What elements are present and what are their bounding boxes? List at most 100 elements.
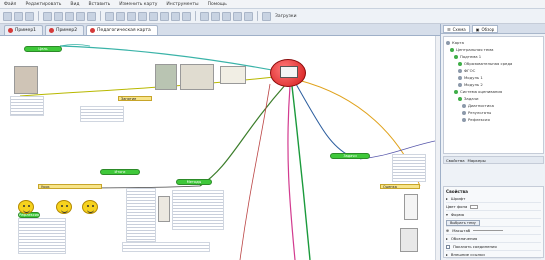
menu-insert[interactable]: Вставить [88, 2, 110, 7]
map-topic[interactable]: Итоги [100, 169, 140, 175]
relationship-icon[interactable] [127, 11, 136, 21]
tree-item[interactable]: Диагностика [446, 102, 541, 109]
zoom-in-icon[interactable] [200, 11, 209, 21]
tree-item[interactable]: Система оценивания [446, 88, 541, 95]
panel-tabs: ☰ Схема ▣ Обзор [441, 24, 545, 34]
download-icon[interactable] [262, 11, 271, 21]
show-connections-checkbox[interactable] [446, 244, 450, 249]
map-label[interactable]: Оценка [380, 184, 420, 189]
photo-image [220, 66, 246, 84]
tree-item[interactable]: Задачи [446, 95, 541, 102]
map-label[interactable]: Урок [38, 184, 102, 189]
central-topic-image [280, 66, 298, 78]
tab-example1[interactable]: Пример1 [4, 25, 44, 35]
open-file-icon[interactable] [14, 11, 23, 21]
tree-item[interactable]: ФГОС [446, 67, 541, 74]
zoom-icon: ⊕ [446, 228, 450, 233]
central-topic[interactable] [270, 59, 306, 87]
node-icon [458, 61, 462, 66]
node-icon [458, 68, 462, 73]
slider-track[interactable] [473, 230, 504, 231]
note-block [18, 218, 66, 254]
menu-view[interactable]: Вид [70, 2, 79, 7]
prop-row[interactable]: ▸ Шрифт [446, 195, 541, 203]
zoom-out-icon[interactable] [211, 11, 220, 21]
save-icon[interactable] [25, 11, 34, 21]
photo-image [14, 66, 38, 94]
markers-tab[interactable]: Маркеры [468, 158, 486, 163]
expand-icon: ▸ [446, 236, 448, 241]
properties-tab[interactable]: Свойства [446, 158, 465, 163]
paste-icon[interactable] [87, 11, 96, 21]
tree-item[interactable]: Модуль 1 [446, 74, 541, 81]
outline-icon: ☰ [447, 26, 451, 32]
tree-item[interactable]: Подтема 1 [446, 53, 541, 60]
tree-item[interactable]: Результаты [446, 109, 541, 116]
right-panel: ☰ Схема ▣ Обзор Карта Центральная тема П… [440, 24, 545, 260]
prop-row[interactable]: Показать соединения [446, 243, 541, 251]
mindmap-icon [90, 28, 96, 33]
add-subtopic-icon[interactable] [116, 11, 125, 21]
prop-row[interactable]: ▸ Внешние ссылки [446, 251, 541, 259]
image-icon[interactable] [171, 11, 180, 21]
map-topic[interactable]: Задачи [330, 153, 370, 159]
prop-row[interactable]: Выбрать тему [446, 219, 541, 227]
node-icon [454, 54, 458, 59]
tab-label: Обзор [481, 26, 495, 32]
menu-help[interactable]: Помощь [208, 2, 227, 7]
note-icon[interactable] [160, 11, 169, 21]
tab-pedagogical-map[interactable]: Педагогическая карта [86, 25, 158, 35]
summary-icon[interactable] [149, 11, 158, 21]
map-topic[interactable]: Цель [24, 46, 62, 52]
tree-item[interactable]: Карта [446, 39, 541, 46]
copy-icon[interactable] [76, 11, 85, 21]
mindmap-canvas[interactable]: Цель Задачи Итоги Методы Рефлексия Занят… [0, 36, 440, 260]
redo-icon[interactable] [54, 11, 63, 21]
cut-icon[interactable] [65, 11, 74, 21]
tree-item[interactable]: Рефлексия [446, 116, 541, 123]
boundary-icon[interactable] [138, 11, 147, 21]
prop-row[interactable]: ▸ Обозначения [446, 235, 541, 243]
tree-item[interactable]: Модуль 2 [446, 81, 541, 88]
photo-image [158, 196, 170, 222]
tab-label: Педагогическая карта [97, 28, 151, 33]
undo-icon[interactable] [43, 11, 52, 21]
toolbar-separator [195, 11, 196, 21]
mindmap-icon [8, 28, 13, 33]
menu-modify-map[interactable]: Изменить карту [119, 2, 157, 7]
tab-outline[interactable]: ☰ Схема [443, 25, 470, 33]
prop-row[interactable]: ⊕ Масштаб [446, 227, 541, 235]
properties-title: Свойства [446, 189, 468, 194]
photo-image [180, 64, 214, 90]
note-block [126, 188, 156, 242]
filter-icon[interactable] [233, 11, 242, 21]
map-label[interactable]: Занятие [118, 96, 152, 101]
color-swatch[interactable] [470, 204, 479, 209]
prop-row[interactable]: Цвет фона [446, 203, 541, 211]
tree-item[interactable]: Образовательная среда [446, 60, 541, 67]
map-topic[interactable]: Методы [176, 179, 212, 185]
node-icon [454, 89, 458, 94]
prop-row[interactable]: ▾ Форма [446, 211, 541, 219]
tab-example2[interactable]: Пример2 [45, 25, 85, 35]
photo-image [155, 64, 177, 90]
tree-item[interactable]: Центральная тема [446, 46, 541, 53]
choose-theme-button[interactable]: Выбрать тему [446, 219, 480, 226]
new-file-icon[interactable] [3, 11, 12, 21]
node-icon [458, 96, 462, 101]
node-icon [462, 103, 466, 108]
note-block [392, 154, 426, 182]
smiley-icon [18, 200, 34, 214]
link-icon[interactable] [182, 11, 191, 21]
downloads-label[interactable]: Загрузки [275, 14, 297, 19]
editor-tab-bar: Пример1 Пример2 Педагогическая карта [0, 24, 440, 36]
tab-overview[interactable]: ▣ Обзор [471, 25, 499, 33]
menu-file[interactable]: Файл [4, 2, 16, 7]
menu-tools[interactable]: Инструменты [166, 2, 198, 7]
add-topic-icon[interactable] [105, 11, 114, 21]
toolbar-separator [100, 11, 101, 21]
note-block [10, 96, 44, 116]
menu-edit[interactable]: Редактировать [25, 2, 61, 7]
search-icon[interactable] [244, 11, 253, 21]
layout-icon[interactable] [222, 11, 231, 21]
